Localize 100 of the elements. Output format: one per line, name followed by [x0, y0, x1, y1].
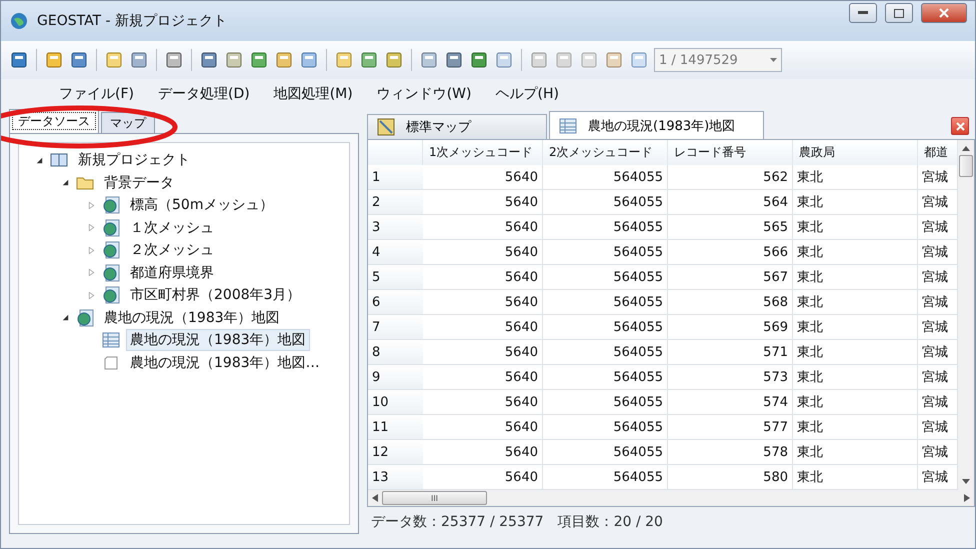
- collapse-arrow-icon[interactable]: [35, 156, 44, 165]
- table-cell: 564055: [543, 415, 668, 440]
- tree-item[interactable]: 農地の現況（1983年）地図: [100, 306, 284, 329]
- expand-arrow-icon[interactable]: [87, 200, 96, 210]
- tree-item[interactable]: 新規プロジェクト: [74, 149, 194, 172]
- scroll-left-icon[interactable]: [372, 494, 378, 502]
- close-icon: [939, 8, 949, 18]
- toolbar-icon[interactable]: [199, 50, 219, 70]
- toolbar-icon[interactable]: [69, 50, 89, 70]
- tree-item[interactable]: 市区町村界（2008年3月）: [126, 284, 305, 306]
- table-cell: 564055: [543, 265, 668, 290]
- table-cell: 574: [668, 390, 793, 415]
- toolbar-icon[interactable]: [164, 50, 184, 70]
- status-text: 項目数：20 / 20: [558, 513, 663, 531]
- table-cell: 564055: [543, 240, 668, 265]
- scroll-right-icon[interactable]: [964, 494, 970, 502]
- table-cell: 東北: [793, 440, 918, 465]
- toolbar-icon[interactable]: [249, 50, 269, 70]
- table-cell: 5640: [423, 190, 543, 215]
- table-cell: 564055: [543, 315, 668, 340]
- tree-item[interactable]: 標高（50mメッシュ）: [126, 194, 278, 216]
- expand-arrow-icon[interactable]: [87, 223, 96, 232]
- table-cell: 東北: [793, 215, 918, 240]
- menu-item[interactable]: 地図処理(M): [274, 85, 353, 103]
- toolbar-icon[interactable]: [444, 50, 464, 70]
- scroll-down-icon[interactable]: [962, 479, 970, 484]
- tree-item[interactable]: 都道府県境界: [126, 262, 218, 284]
- vertical-scrollbar[interactable]: [958, 140, 974, 490]
- menu-item[interactable]: ヘルプ(H): [496, 85, 559, 103]
- table-cell: 東北: [793, 290, 918, 315]
- table-cell: 564055: [543, 215, 668, 240]
- expand-arrow-icon[interactable]: [87, 290, 96, 300]
- toolbar-icon[interactable]: [9, 50, 29, 70]
- status-text: データ数：25377 / 25377: [371, 513, 544, 531]
- scroll-up-icon[interactable]: [962, 146, 970, 151]
- table-cell: 566: [668, 240, 793, 265]
- window-title: GEOSTAT - 新規プロジェクト: [37, 12, 228, 30]
- toolbar-icon[interactable]: [274, 50, 294, 70]
- expand-arrow-icon[interactable]: [87, 246, 96, 255]
- close-icon: [956, 122, 964, 130]
- toolbar-icon[interactable]: [359, 50, 379, 70]
- table-icon: [558, 116, 578, 136]
- close-button[interactable]: [951, 117, 969, 135]
- scrollbar-thumb[interactable]: III: [382, 491, 487, 505]
- document-tab[interactable]: 農地の現況(1983年)地図: [549, 111, 764, 139]
- globe-icon: [101, 285, 121, 306]
- minimize-button[interactable]: [849, 3, 877, 23]
- table-cell: 東北: [793, 190, 918, 215]
- document-tab[interactable]: 標準マップ: [367, 114, 547, 139]
- column-header[interactable]: 1次メッシュコード: [423, 140, 543, 165]
- globe-icon: [101, 195, 121, 216]
- tree-item[interactable]: 背景データ: [100, 172, 178, 194]
- menu-item[interactable]: ウィンドウ(W): [376, 85, 472, 103]
- table-cell: 5640: [423, 440, 543, 465]
- table-cell: 5640: [423, 240, 543, 265]
- table-cell: 5640: [423, 390, 543, 415]
- table-cell: 5640: [423, 290, 543, 315]
- column-header[interactable]: 農政局: [793, 140, 918, 165]
- tree-item[interactable]: ２次メッシュ: [126, 239, 218, 262]
- globe-icon: [9, 11, 29, 31]
- table-cell: 564: [668, 190, 793, 215]
- maximize-icon: [894, 8, 904, 18]
- table-cell: 578: [668, 440, 793, 465]
- collapse-arrow-icon[interactable]: [61, 178, 70, 188]
- table-cell: 5640: [423, 315, 543, 340]
- scrollbar-thumb[interactable]: [959, 155, 973, 177]
- collapse-arrow-icon[interactable]: [61, 313, 70, 322]
- toolbar-icon[interactable]: [384, 50, 404, 70]
- menu-item[interactable]: ファイル(F): [59, 85, 134, 103]
- toolbar-icon[interactable]: [469, 50, 489, 70]
- table-cell: 東北: [793, 390, 918, 415]
- column-header[interactable]: 都道: [918, 140, 958, 165]
- table-cell: 562: [668, 165, 793, 190]
- column-header[interactable]: レコード番号: [668, 140, 793, 165]
- tree-item[interactable]: １次メッシュ: [126, 216, 218, 239]
- table-cell: 564055: [543, 390, 668, 415]
- table-cell: 東北: [793, 340, 918, 365]
- table-cell: 564055: [543, 165, 668, 190]
- toolbar-icon[interactable]: [44, 50, 64, 70]
- close-button[interactable]: [921, 3, 967, 23]
- table-cell: 567: [668, 265, 793, 290]
- toolbar-icon[interactable]: [419, 50, 439, 70]
- page-counter-dropdown[interactable]: 1 / 1497529: [654, 48, 782, 72]
- toolbar-icon[interactable]: [224, 50, 244, 70]
- map-icon: [376, 117, 396, 137]
- column-header[interactable]: 2次メッシュコード: [543, 140, 668, 165]
- table-cell: 564055: [543, 365, 668, 390]
- tree-item[interactable]: 農地の現況（1983年）地図…: [126, 352, 324, 374]
- toolbar-icon[interactable]: [299, 50, 319, 70]
- table-cell: 東北: [793, 365, 918, 390]
- table-icon: [101, 330, 121, 350]
- expand-arrow-icon[interactable]: [87, 268, 96, 278]
- panel-tab[interactable]: マップ: [101, 112, 155, 133]
- toolbar-icon[interactable]: [129, 50, 149, 70]
- menu-item[interactable]: データ処理(D): [158, 85, 250, 103]
- tree-item[interactable]: 農地の現況（1983年）地図: [126, 329, 310, 352]
- maximize-button[interactable]: [885, 3, 913, 23]
- corner-header: [368, 140, 423, 165]
- toolbar-icon[interactable]: [494, 50, 514, 70]
- table-cell: 東北: [793, 165, 918, 190]
